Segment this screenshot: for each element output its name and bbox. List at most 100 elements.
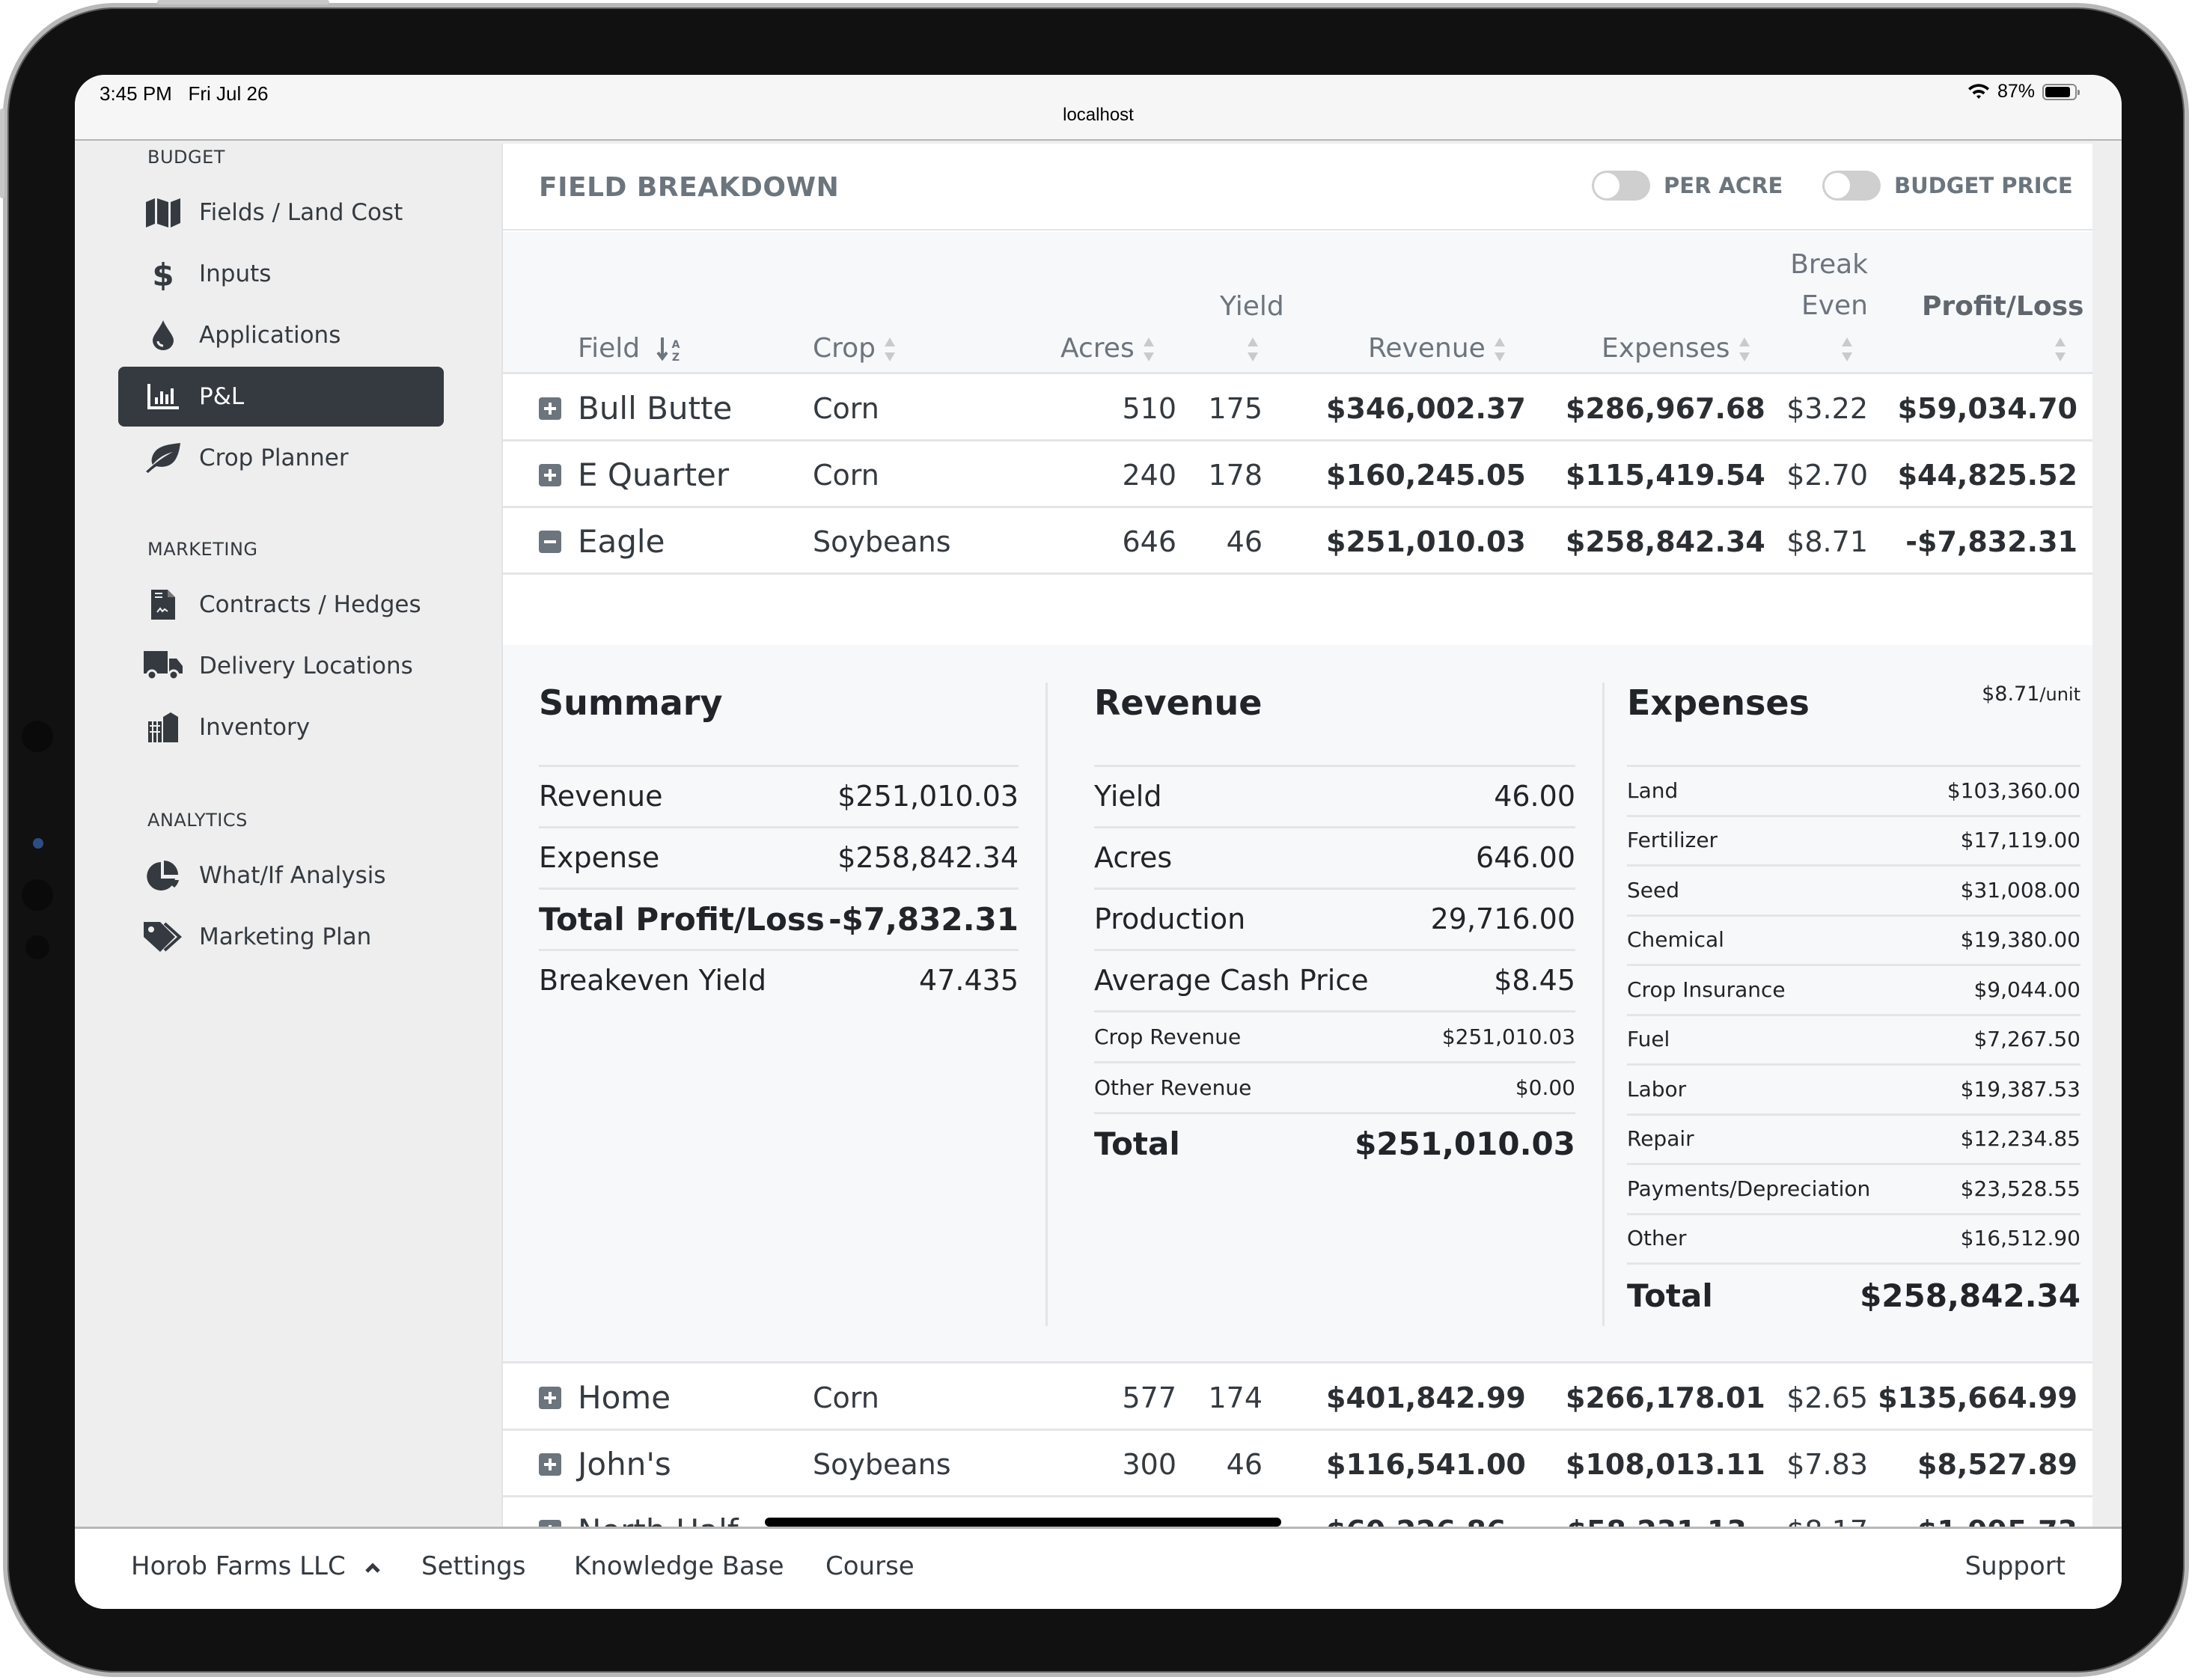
profit-loss-sort[interactable] [2054, 328, 2067, 369]
sidebar-item-delivery-locations[interactable]: Delivery Locations [118, 636, 444, 696]
column-header-field[interactable]: Field AZ [578, 328, 683, 369]
row-label: Production [1094, 902, 1246, 935]
row-value: 46.00 [1494, 780, 1575, 813]
cell-yield: 174 [1208, 1381, 1263, 1414]
row-value: $258,842.34 [837, 841, 1019, 874]
collapse-icon[interactable] [539, 531, 561, 553]
cell-revenue: $116,541.00 [1326, 1448, 1526, 1481]
table-row[interactable]: Eagle Soybeans 646 46 $251,010.03 $258,842.34… [503, 509, 2092, 575]
map-icon [133, 198, 193, 227]
row-value: $19,387.53 [1960, 1076, 2080, 1102]
sidebar-item-contracts-hedges[interactable]: Contracts / Hedges [118, 575, 444, 635]
cell-yield: 178 [1208, 459, 1263, 492]
footer-link-support[interactable]: Support [1965, 1551, 2066, 1581]
row-value: 29,716.00 [1430, 902, 1575, 935]
revenue-subrow: Crop Revenue $251,010.03 [1094, 1012, 1575, 1061]
row-value: $19,380.00 [1960, 927, 2080, 952]
row-value: $251,010.03 [1355, 1125, 1575, 1162]
sidebar-item-marketing-plan[interactable]: Marketing Plan [118, 907, 444, 967]
pie-chart-icon [133, 861, 193, 891]
row-label: Other [1627, 1226, 1687, 1250]
cell-yield: 46 [1226, 1448, 1263, 1481]
status-bar: 3:45 PM Fri Jul 26 localhost 87% [75, 75, 2122, 141]
expense-row: Land $103,360.00 [1627, 766, 2080, 815]
sidebar-item-pl[interactable]: P&L [118, 367, 444, 427]
expand-icon[interactable] [539, 397, 561, 420]
revenue-row: Acres 646.00 [1094, 828, 1575, 888]
expense-row: Chemical $19,380.00 [1627, 915, 2080, 965]
expand-icon[interactable] [539, 1453, 561, 1476]
sidebar-item-crop-planner[interactable]: Crop Planner [118, 428, 444, 488]
sidebar-item-label: Marketing Plan [199, 923, 372, 950]
column-header-acres[interactable]: Acres [1060, 328, 1155, 369]
sidebar-item-fields-land-cost[interactable]: Fields / Land Cost [118, 183, 444, 242]
table-row[interactable]: Bull Butte Corn 510 175 $346,002.37 $286,967.… [503, 376, 2092, 442]
row-label: Seed [1627, 877, 1679, 902]
sidebar-item-what-if-analysis[interactable]: What/If Analysis [118, 846, 444, 905]
row-label: Total Profit/Loss [539, 900, 825, 938]
toggle-switch[interactable] [1822, 171, 1881, 201]
footer-link-settings[interactable]: Settings [421, 1551, 525, 1581]
table-row[interactable]: Home Corn 577 174 $401,842.99 $266,178.01 $2.6… [503, 1365, 2092, 1431]
row-label: Revenue [539, 780, 663, 813]
sidebar-item-label: Fields / Land Cost [199, 199, 403, 226]
cost-per-unit: $8.71/unit [1982, 682, 2080, 706]
column-header-revenue[interactable]: Revenue [1368, 328, 1506, 369]
status-time: 3:45 PM Fri Jul 26 [100, 82, 269, 105]
sidebar-item-label: Contracts / Hedges [199, 591, 421, 618]
sidebar: BUDGET Fields / Land Cost $ Inputs Appli… [75, 142, 500, 1527]
expand-icon[interactable] [539, 1387, 561, 1409]
toggle-switch[interactable] [1592, 171, 1650, 201]
column-header-yield[interactable]: Yield [1220, 286, 1284, 327]
per-acre-toggle[interactable]: PER ACRE [1592, 171, 1783, 201]
row-value: $251,010.03 [1441, 1024, 1575, 1049]
footer-link-knowledge-base[interactable]: Knowledge Base [574, 1551, 784, 1581]
summary-row: Breakeven Yield 47.435 [539, 950, 1019, 1010]
yield-sort[interactable] [1246, 328, 1260, 369]
cell-expenses: $266,178.01 [1566, 1381, 1765, 1414]
table-row[interactable]: John's Soybeans 300 46 $116,541.00 $108,013.1… [503, 1432, 2092, 1497]
column-header-crop[interactable]: Crop [813, 328, 897, 369]
cell-crop: Corn [813, 392, 879, 425]
url-bar[interactable]: localhost [75, 105, 2122, 126]
break-even-sort[interactable] [1840, 328, 1854, 369]
screen: 3:45 PM Fri Jul 26 localhost 87% BUDGET … [75, 75, 2122, 1609]
row-label: Breakeven Yield [539, 964, 767, 997]
footer-link-course[interactable]: Course [825, 1551, 915, 1581]
table-row[interactable]: E Quarter Corn 240 178 $160,245.05 $115,419.5… [503, 442, 2092, 508]
svg-text:A: A [671, 339, 680, 351]
row-label: Other Revenue [1094, 1075, 1252, 1100]
cell-revenue: $251,010.03 [1326, 525, 1526, 558]
battery-percent: 87% [1997, 81, 2035, 102]
row-label: Land [1627, 778, 1679, 803]
expense-row: Fertilizer $17,119.00 [1627, 816, 2080, 865]
droplet-icon [133, 320, 193, 350]
sidebar-item-applications[interactable]: Applications [118, 305, 444, 365]
field-breakdown-card: FIELD BREAKDOWN PER ACRE BUDGET PRICE Fi… [501, 144, 2092, 1609]
sidebar-item-label: Inventory [199, 714, 311, 741]
cell-profit-loss: $135,664.99 [1878, 1381, 2077, 1414]
section-label-analytics: ANALYTICS [147, 810, 248, 831]
column-header-expenses[interactable]: Expenses [1602, 328, 1751, 369]
sidebar-item-inventory[interactable]: Inventory [118, 697, 444, 757]
sort-icon [2055, 337, 2066, 361]
home-indicator[interactable] [765, 1518, 1281, 1527]
cell-acres: 646 [1122, 525, 1176, 558]
column-header-break-even[interactable]: Break Even [1789, 244, 1868, 326]
truck-icon [133, 651, 193, 681]
revenue-row: Average Cash Price $8.45 [1094, 950, 1575, 1010]
revenue-subrow: Other Revenue $0.00 [1094, 1063, 1575, 1112]
column-header-profit-loss[interactable]: Profit/Loss [1922, 286, 2083, 327]
sort-icon [1738, 337, 1750, 361]
footer-bar: Horob Farms LLC Settings Knowledge Base … [75, 1527, 2122, 1609]
revenue-title: Revenue [1094, 682, 1263, 723]
expense-row: Payments/Depreciation $23,528.55 [1627, 1164, 2080, 1213]
sidebar-item-inputs[interactable]: $ Inputs [118, 244, 444, 304]
sidebar-item-label: What/If Analysis [199, 862, 386, 889]
revenue-column: Revenue Yield 46.00 Acres 646.00 Production 2… [1072, 682, 1605, 1326]
revenue-total-row: Total $251,010.03 [1094, 1114, 1575, 1173]
budget-price-toggle[interactable]: BUDGET PRICE [1822, 171, 2073, 201]
expand-icon[interactable] [539, 464, 561, 486]
company-switcher[interactable]: Horob Farms LLC [131, 1551, 381, 1581]
wifi-icon [1967, 83, 1989, 99]
